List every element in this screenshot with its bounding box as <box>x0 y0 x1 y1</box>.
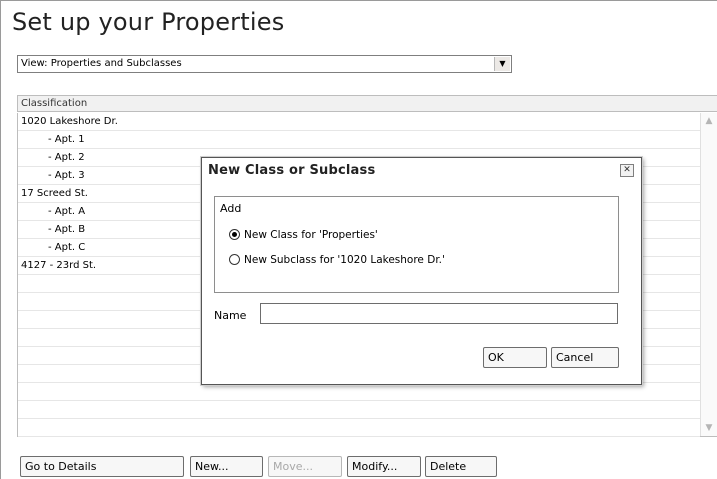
list-row-label: - Apt. A <box>48 206 86 217</box>
dialog-title: New Class or Subclass <box>208 163 376 178</box>
list-row[interactable] <box>18 383 700 401</box>
radio-new-subclass[interactable]: New Subclass for '1020 Lakeshore Dr.' <box>229 254 445 266</box>
radio-new-class[interactable]: New Class for 'Properties' <box>229 229 378 241</box>
list-row-label: - Apt. 1 <box>48 134 85 145</box>
go-to-details-button[interactable]: Go to Details <box>20 456 184 477</box>
modify-button[interactable]: Modify... <box>347 456 421 477</box>
list-row[interactable]: 1020 Lakeshore Dr. <box>18 113 700 131</box>
new-button[interactable]: New... <box>190 456 263 477</box>
cancel-button[interactable]: Cancel <box>551 347 619 368</box>
add-group-label: Add <box>220 202 242 215</box>
list-row-label: 4127 - 23rd St. <box>21 260 97 271</box>
scroll-down-icon[interactable]: ▼ <box>701 420 717 436</box>
ok-button[interactable]: OK <box>483 347 547 368</box>
radio-new-class-label: New Class for 'Properties' <box>244 229 378 241</box>
chevron-down-icon[interactable]: ▼ <box>494 57 510 71</box>
list-row[interactable] <box>18 419 700 437</box>
radio-button-icon[interactable] <box>229 229 240 240</box>
list-row[interactable]: - Apt. 1 <box>18 131 700 149</box>
add-groupbox: Add New Class for 'Properties' New Subcl… <box>214 196 619 293</box>
list-row-label: - Apt. 3 <box>48 170 85 181</box>
radio-new-subclass-label: New Subclass for '1020 Lakeshore Dr.' <box>244 254 445 266</box>
list-row-label: 1020 Lakeshore Dr. <box>21 116 118 127</box>
view-dropdown-value: View: Properties and Subclasses <box>21 58 182 69</box>
list-scrollbar[interactable]: ▲ ▼ <box>700 113 717 436</box>
list-row-label: - Apt. C <box>48 242 86 253</box>
view-dropdown[interactable]: View: Properties and Subclasses ▼ <box>17 55 512 73</box>
move-button[interactable]: Move... <box>268 456 342 477</box>
classification-column-header[interactable]: Classification <box>17 95 717 112</box>
list-row-label: - Apt. 2 <box>48 152 85 163</box>
list-row-label: 17 Screed St. <box>21 188 88 199</box>
list-row[interactable] <box>18 401 700 419</box>
page-title: Set up your Properties <box>12 8 285 36</box>
new-class-dialog: New Class or Subclass ✕ Add New Class fo… <box>201 157 642 385</box>
delete-button[interactable]: Delete <box>425 456 497 477</box>
radio-button-icon[interactable] <box>229 254 240 265</box>
name-label: Name <box>214 309 247 322</box>
name-input[interactable] <box>260 303 618 324</box>
scroll-up-icon[interactable]: ▲ <box>701 113 717 129</box>
close-icon[interactable]: ✕ <box>620 164 634 177</box>
list-row-label: - Apt. B <box>48 224 86 235</box>
